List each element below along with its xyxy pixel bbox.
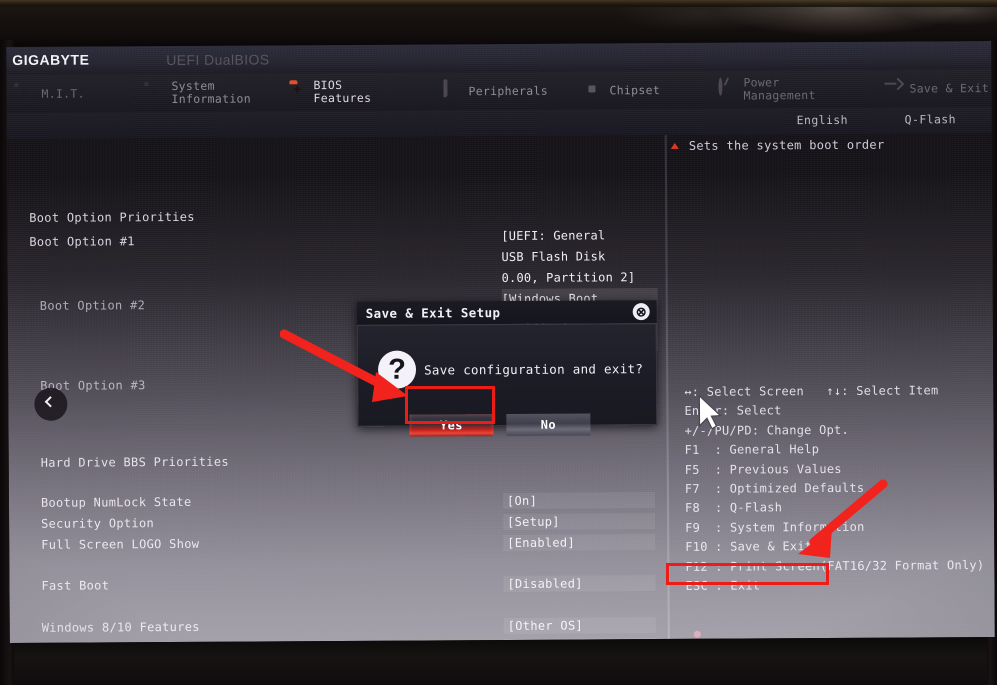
- tab-save-and-exit[interactable]: Save & Exit: [884, 69, 989, 108]
- tab-label: Chipset: [609, 82, 661, 97]
- setting-row-full-screen-logo-show[interactable]: Full Screen LOGO Show [Enabled]: [9, 534, 665, 557]
- bezel-reflection: [0, 0, 997, 7]
- tab-label: M.I.T.: [41, 86, 85, 101]
- tab-label: System Information: [171, 78, 252, 107]
- tab-label: BIOS Features: [313, 77, 372, 106]
- save-and-exit-dialog: Save & Exit Setup ⊗ ? Save configuration…: [356, 300, 658, 437]
- setting-label: Boot Option #1: [29, 234, 135, 249]
- scroll-down-marker-icon[interactable]: [693, 630, 701, 638]
- tab-chipset[interactable]: Chipset: [584, 71, 660, 109]
- tab-bios-features[interactable]: BIOS Features: [288, 73, 371, 112]
- scroll-up-marker-icon[interactable]: [670, 142, 679, 149]
- legend-row-f10-save-and-exit: F10 : Save & Exit: [685, 539, 813, 555]
- peripherals-icon: [443, 79, 461, 100]
- tab-label: Save & Exit: [909, 80, 989, 95]
- setting-value-windows-8-10-features[interactable]: [Other OS]: [503, 617, 656, 634]
- tab-power-management[interactable]: Power Management: [718, 70, 816, 109]
- gigabyte-logo: GIGABYTE: [12, 51, 90, 68]
- tab-label: Power Management: [743, 75, 816, 103]
- setting-label: Windows 8/10 Features: [41, 619, 200, 635]
- main-nav-bar: M.I.T. System Information BIOS Features …: [6, 68, 992, 114]
- setting-row-bootup-numlock-state[interactable]: Bootup NumLock State [On]: [9, 492, 665, 515]
- legend-row: F7 : Optimized Defaults: [684, 480, 865, 496]
- key-legend: ↔: Select Screen ↑↓: Select Item Enter: …: [684, 381, 995, 596]
- dialog-body: ? Save configuration and exit? Yes No: [356, 324, 658, 437]
- legend-row: Enter: Select: [684, 403, 782, 419]
- legend-row: F5 : Previous Values: [684, 461, 842, 477]
- setting-row-windows-8-10-features[interactable]: Windows 8/10 Features [Other OS]: [10, 617, 666, 640]
- dualbios-label: UEFI DualBIOS: [166, 51, 270, 69]
- help-description: Sets the system boot order: [688, 137, 885, 153]
- language-selector[interactable]: English: [797, 113, 848, 127]
- dialog-message: Save configuration and exit?: [423, 361, 644, 378]
- folder-plus-icon: [288, 83, 306, 101]
- legend-row: F9 : System Information: [685, 519, 865, 535]
- legend-row: ↔: Select Screen ↑↓: Select Item: [684, 383, 939, 399]
- setting-value-bootup-numlock-state[interactable]: [On]: [502, 492, 656, 509]
- legend-row: F1 : General Help: [684, 442, 820, 458]
- gear-icon: [146, 84, 164, 102]
- tab-peripherals[interactable]: Peripherals: [443, 72, 548, 111]
- photograph-of-monitor: GIGABYTE UEFI DualBIOS M.I.T. System Inf…: [0, 0, 997, 685]
- column-divider: [664, 134, 670, 639]
- yes-button[interactable]: Yes: [409, 414, 494, 437]
- setting-row-fast-boot[interactable]: Fast Boot [Disabled]: [9, 575, 665, 598]
- legend-row: F8 : Q-Flash: [684, 500, 783, 516]
- mouse-pointer-icon: [697, 394, 723, 435]
- dialog-titlebar: Save & Exit Setup ⊗: [356, 300, 657, 326]
- setting-label: Full Screen LOGO Show: [41, 536, 200, 552]
- power-icon: [718, 77, 736, 99]
- monitor-bezel-bottom: [0, 639, 997, 685]
- gear-icon: [16, 85, 34, 103]
- setting-value-fast-boot[interactable]: [Disabled]: [503, 575, 656, 592]
- setting-label: Fast Boot: [41, 578, 110, 593]
- setting-label: Boot Option #2: [39, 298, 146, 313]
- tab-mit[interactable]: M.I.T.: [16, 75, 85, 113]
- setting-row-security-option[interactable]: Security Option [Setup]: [9, 513, 665, 536]
- exit-icon: [884, 80, 902, 98]
- dialog-title: Save & Exit Setup: [365, 305, 501, 321]
- setting-label: Security Option: [41, 516, 155, 531]
- legend-row: ESC : Exit: [685, 578, 761, 593]
- monitor-bezel-top: [0, 0, 997, 46]
- setting-row-hard-drive-bbs-priorities[interactable]: Hard Drive BBS Priorities: [9, 452, 665, 475]
- tab-label: Peripherals: [468, 83, 548, 98]
- chipset-icon: [584, 81, 602, 99]
- legend-row: +/-/PU/PD: Change Opt.: [684, 422, 850, 438]
- question-mark-icon: ?: [377, 350, 417, 389]
- setting-label: Hard Drive BBS Priorities: [40, 454, 229, 470]
- setting-label: Bootup NumLock State: [40, 494, 192, 510]
- back-navigation-button[interactable]: [34, 387, 68, 421]
- setting-label: Boot Option Priorities: [29, 209, 195, 225]
- no-button[interactable]: No: [506, 413, 591, 437]
- qflash-button[interactable]: Q-Flash: [905, 112, 956, 126]
- legend-row: F12 : Print Screen(FAT16/32 Format Only): [685, 557, 985, 574]
- setting-value-full-screen-logo-show[interactable]: [Enabled]: [503, 534, 656, 551]
- close-icon[interactable]: ⊗: [632, 303, 650, 321]
- setting-value-boot-option-1[interactable]: [UEFI: General USB Flash Disk 0.00, Part…: [501, 225, 657, 289]
- help-panel: Sets the system boot order ↔: Select Scr…: [670, 133, 995, 639]
- setting-value-security-option[interactable]: [Setup]: [503, 513, 656, 530]
- tab-system-information[interactable]: System Information: [146, 74, 251, 113]
- chevron-left-icon: [44, 396, 57, 408]
